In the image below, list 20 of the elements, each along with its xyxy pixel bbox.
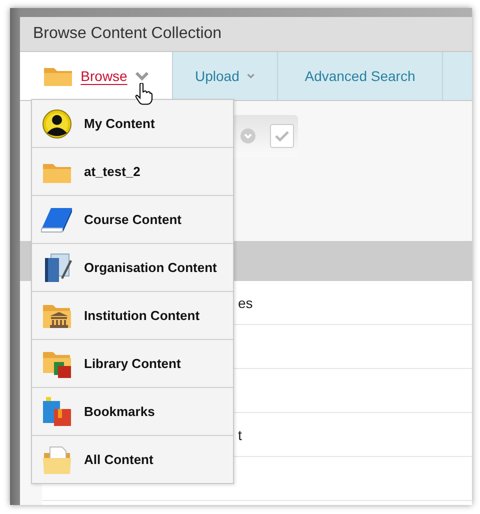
menu-item[interactable]: Bookmarks bbox=[32, 388, 233, 436]
menu-item[interactable]: Organisation Content bbox=[32, 244, 233, 292]
menu-item[interactable]: All Content bbox=[32, 436, 233, 483]
folder-icon bbox=[42, 65, 73, 87]
row-text: t bbox=[238, 426, 242, 442]
menu-item[interactable]: Course Content bbox=[32, 196, 233, 244]
person-icon bbox=[42, 108, 72, 138]
menu-item[interactable]: My Content bbox=[32, 100, 233, 148]
checkmark-button-icon[interactable] bbox=[270, 124, 294, 148]
menu-item[interactable]: at_test_2 bbox=[32, 148, 233, 196]
row-text: es bbox=[238, 294, 253, 310]
tab[interactable]: Browse bbox=[20, 52, 173, 100]
book-icon bbox=[41, 206, 73, 232]
dialog-title: Browse Content Collection bbox=[20, 17, 472, 52]
open-folder-icon bbox=[42, 444, 72, 474]
menu-item[interactable]: Library Content bbox=[32, 340, 233, 388]
books-icon bbox=[42, 396, 72, 426]
chevron-circle-icon[interactable] bbox=[240, 128, 256, 144]
tab[interactable]: Advanced Search bbox=[278, 52, 443, 100]
menu-item[interactable]: Institution Content bbox=[32, 292, 233, 340]
